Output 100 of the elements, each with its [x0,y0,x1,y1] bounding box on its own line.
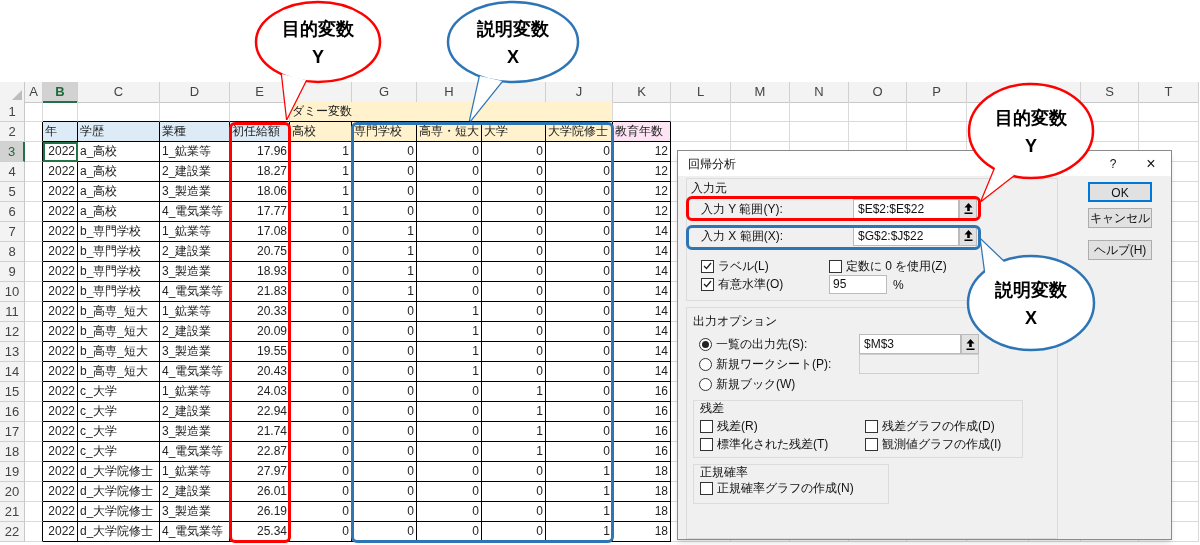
row-header[interactable]: 4 [0,162,25,182]
table-cell: 2_建設業 [160,402,230,422]
table-cell: 1 [290,182,352,202]
table-cell: 1 [417,342,482,362]
table-cell: 2022 [43,402,78,422]
checkbox[interactable] [700,437,713,451]
help-button[interactable]: ? [1103,154,1123,173]
checkbox[interactable] [865,419,878,433]
row-header[interactable]: 17 [0,422,25,442]
column-header[interactable]: M [731,82,790,103]
table-cell: b_専門学校 [78,282,160,302]
row-header[interactable]: 3 [0,142,25,162]
empty-cell [731,102,790,122]
table-cell: 2022 [43,142,78,162]
column-header[interactable]: N [790,82,849,103]
column-header[interactable]: B [43,82,78,103]
checkbox[interactable] [701,277,714,291]
radio-button[interactable] [699,377,712,391]
row-header[interactable]: 11 [0,302,25,322]
range-field[interactable]: $E$2:$E$22 [853,198,959,219]
checkbox[interactable] [700,419,713,433]
row-header[interactable]: 10 [0,282,25,302]
column-header[interactable]: S [1081,82,1139,103]
table-cell: 2_建設業 [160,242,230,262]
table-cell: 1 [352,242,417,262]
table-cell: 0 [482,342,546,362]
range-label: 入力 Y 範囲(Y): [701,200,784,218]
confidence-field[interactable]: 95 [829,275,887,294]
row-header[interactable]: 7 [0,222,25,242]
row-header[interactable]: 5 [0,182,25,202]
table-cell: 2022 [43,202,78,222]
row-header[interactable]: 14 [0,362,25,382]
row-header[interactable]: 21 [0,502,25,522]
table-cell: 0 [417,162,482,182]
dialog-title: 回帰分析 [688,155,737,173]
table-cell: 27.97 [230,462,290,482]
table-cell: b_高専_短大 [78,322,160,342]
radio-button[interactable] [699,337,712,351]
radio-button[interactable] [699,357,712,371]
row-header[interactable]: 12 [0,322,25,342]
row-header[interactable]: 8 [0,242,25,262]
table-cell: c_大学 [78,442,160,462]
range-field[interactable]: $M$3 [859,334,961,354]
column-header[interactable]: O [849,82,907,103]
empty-cell [25,202,43,222]
row-header[interactable]: 22 [0,522,25,542]
dialog-button[interactable]: キャンセル [1088,208,1152,228]
column-header[interactable]: C [78,82,160,103]
table-cell: 1 [417,302,482,322]
collapse-button[interactable] [961,334,979,354]
dialog-button[interactable]: OK [1088,182,1152,202]
table-cell: 0 [482,162,546,182]
table-cell: 3_製造業 [160,422,230,442]
row-header[interactable]: 15 [0,382,25,402]
checkbox[interactable] [701,259,714,273]
table-cell: 24.03 [230,382,290,402]
row-header[interactable]: 2 [0,122,25,142]
column-header[interactable]: L [671,82,731,103]
empty-cell [25,302,43,322]
collapse-button[interactable] [959,198,977,219]
empty-cell [25,242,43,262]
column-header[interactable]: K [613,82,671,103]
row-header[interactable]: 18 [0,442,25,462]
row-header[interactable]: 20 [0,482,25,502]
table-cell: 1 [352,282,417,302]
column-header[interactable]: A [25,82,43,103]
checkbox[interactable] [865,437,878,451]
row-header[interactable]: 19 [0,462,25,482]
table-cell: 0 [417,262,482,282]
empty-cell [25,162,43,182]
table-cell: 0 [546,442,613,462]
column-header[interactable]: G [352,82,417,103]
table-cell: d_大学院修士 [78,522,160,542]
row-header[interactable]: 16 [0,402,25,422]
row-header[interactable]: 9 [0,262,25,282]
column-header[interactable]: P [907,82,967,103]
table-cell: 0 [290,502,352,522]
close-button[interactable]: × [1141,151,1161,176]
column-header[interactable]: J [546,82,613,103]
dialog-button[interactable]: ヘルプ(H) [1088,240,1152,260]
row-header[interactable]: 6 [0,202,25,222]
column-header[interactable]: D [160,82,230,103]
empty-cell [25,142,43,162]
radio-label: 一覧の出力先(S): [716,336,808,353]
row-header[interactable]: 13 [0,342,25,362]
checkbox[interactable] [700,481,713,495]
collapse-icon [963,203,973,214]
table-cell: 18 [613,482,671,502]
table-cell: 19.55 [230,342,290,362]
table-cell: 0 [352,322,417,342]
table-cell: 0 [352,442,417,462]
table-cell: 0 [417,442,482,462]
table-cell: 1 [482,442,546,462]
merged-cell: ダミー変数 [290,102,613,122]
checkbox[interactable] [829,259,842,273]
checkbox-label: 残差(R) [717,418,758,435]
row-header[interactable]: 1 [0,102,25,122]
column-header[interactable]: T [1139,82,1199,103]
table-cell: 1 [546,482,613,502]
table-cell: 0 [290,482,352,502]
